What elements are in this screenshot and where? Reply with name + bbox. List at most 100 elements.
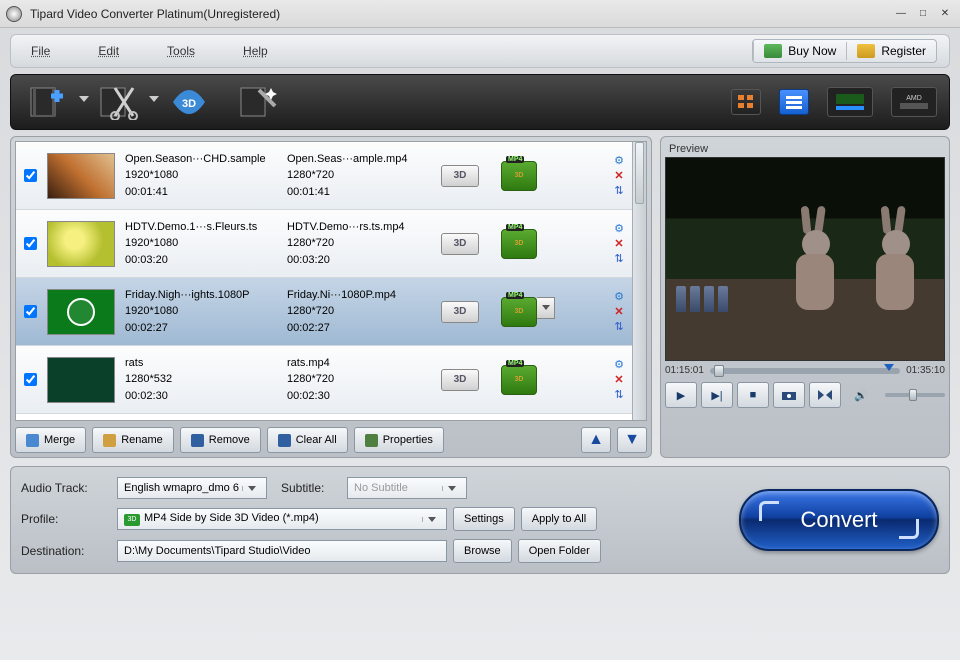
chevron-down-icon[interactable]: [422, 517, 440, 522]
row-checkbox[interactable]: [24, 169, 37, 182]
row-remove-icon[interactable]: ✕: [614, 169, 623, 182]
row-reorder-icon[interactable]: ⇅: [614, 320, 623, 333]
row-reorder-icon[interactable]: ⇅: [614, 252, 623, 265]
move-up-button[interactable]: ▲: [581, 427, 611, 453]
move-down-button[interactable]: ▼: [617, 427, 647, 453]
menu-tools[interactable]: Tools: [159, 40, 203, 62]
amd-button[interactable]: AMD: [891, 87, 937, 117]
destination-label: Destination:: [21, 544, 111, 558]
titlebar: Tipard Video Converter Platinum(Unregist…: [0, 0, 960, 28]
view-list-button[interactable]: [779, 89, 809, 115]
preview-video[interactable]: [665, 157, 945, 361]
convert-button[interactable]: Convert: [739, 489, 939, 551]
format-badge-icon[interactable]: 3D: [501, 365, 537, 395]
subtitle-label: Subtitle:: [281, 481, 341, 495]
properties-button[interactable]: Properties: [354, 427, 444, 453]
format-badge-icon[interactable]: 3D: [501, 229, 537, 259]
out-name: HDTV.Demo···rs.ts.mp4: [287, 219, 431, 236]
clear-all-button[interactable]: Clear All: [267, 427, 348, 453]
audio-track-value: English wmapro_dmo 6: [124, 482, 242, 494]
out-name: Open.Seas···ample.mp4: [287, 151, 431, 168]
row-checkbox[interactable]: [24, 237, 37, 250]
rename-button[interactable]: Rename: [92, 427, 174, 453]
close-button[interactable]: ✕: [936, 7, 954, 21]
preview-panel: Preview 01:15:01 01:35:10 ▶ ▶| ■ 🔊: [660, 136, 950, 458]
row-settings-icon[interactable]: ⚙: [614, 290, 624, 303]
play-button[interactable]: ▶: [665, 382, 697, 408]
row-checkbox[interactable]: [24, 305, 37, 318]
trim-tool-button[interactable]: [809, 382, 841, 408]
view-grid-button[interactable]: [731, 89, 761, 115]
chevron-down-icon[interactable]: [442, 486, 460, 491]
audio-track-select[interactable]: English wmapro_dmo 6: [117, 477, 267, 499]
effects-button[interactable]: [233, 82, 285, 122]
row-remove-icon[interactable]: ✕: [614, 305, 623, 318]
buy-now-button[interactable]: Buy Now: [753, 42, 846, 60]
table-row[interactable]: HDTV.Demo.1···s.Fleurs.ts1920*108000:03:…: [16, 210, 632, 278]
table-row[interactable]: rats1280*53200:02:30rats.mp41280*72000:0…: [16, 346, 632, 414]
remove-label: Remove: [209, 434, 250, 446]
profile-label: Profile:: [21, 512, 111, 526]
destination-value: D:\My Documents\Tipard Studio\Video: [124, 545, 310, 557]
destination-field[interactable]: D:\My Documents\Tipard Studio\Video: [117, 540, 447, 562]
nvidia-button[interactable]: [827, 87, 873, 117]
menu-edit[interactable]: Edit: [90, 40, 127, 62]
3d-toggle-button[interactable]: 3D: [441, 369, 479, 391]
rename-label: Rename: [121, 434, 163, 446]
open-folder-button[interactable]: Open Folder: [518, 539, 601, 563]
time-slider[interactable]: [710, 368, 900, 374]
row-remove-icon[interactable]: ✕: [614, 373, 623, 386]
row-reorder-icon[interactable]: ⇅: [614, 388, 623, 401]
subtitle-value: No Subtitle: [354, 482, 442, 494]
profile-select[interactable]: 3DMP4 Side by Side 3D Video (*.mp4): [117, 508, 447, 530]
3d-toggle-button[interactable]: 3D: [441, 165, 479, 187]
row-settings-icon[interactable]: ⚙: [614, 154, 624, 167]
chevron-down-icon[interactable]: [242, 486, 260, 491]
3d-toggle-button[interactable]: 3D: [441, 233, 479, 255]
out-dur: 00:02:30: [287, 388, 431, 405]
browse-button[interactable]: Browse: [453, 539, 512, 563]
list-scrollbar[interactable]: [632, 142, 646, 420]
row-remove-icon[interactable]: ✕: [614, 237, 623, 250]
out-res: 1280*720: [287, 235, 431, 252]
apply-to-all-button[interactable]: Apply to All: [521, 507, 597, 531]
stop-button[interactable]: ■: [737, 382, 769, 408]
volume-icon[interactable]: 🔊: [845, 382, 877, 408]
out-res: 1280*720: [287, 167, 431, 184]
snapshot-button[interactable]: [773, 382, 805, 408]
maximize-button[interactable]: □: [914, 7, 932, 21]
3d-button[interactable]: 3D: [163, 82, 215, 122]
svg-text:3D: 3D: [182, 98, 196, 110]
profile-value: MP4 Side by Side 3D Video (*.mp4): [144, 512, 319, 524]
row-settings-icon[interactable]: ⚙: [614, 358, 624, 371]
merge-label: Merge: [44, 434, 75, 446]
src-dur: 00:02:30: [125, 388, 273, 405]
file-list-panel: Open.Season···CHD.sample1920*108000:01:4…: [10, 136, 652, 458]
add-file-button[interactable]: [23, 82, 75, 122]
row-settings-icon[interactable]: ⚙: [614, 222, 624, 235]
buy-now-label: Buy Now: [788, 44, 836, 58]
row-reorder-icon[interactable]: ⇅: [614, 184, 623, 197]
volume-slider[interactable]: [885, 393, 945, 397]
subtitle-select[interactable]: No Subtitle: [347, 477, 467, 499]
table-row[interactable]: Friday.Nigh···ights.1080P1920*108000:02:…: [16, 278, 632, 346]
thumbnail: [47, 357, 115, 403]
register-button[interactable]: Register: [846, 42, 936, 60]
format-badge-icon[interactable]: 3D: [501, 297, 537, 327]
step-button[interactable]: ▶|: [701, 382, 733, 408]
format-dropdown-button[interactable]: [537, 297, 555, 319]
table-row[interactable]: Open.Season···CHD.sample1920*108000:01:4…: [16, 142, 632, 210]
time-marker-icon[interactable]: [884, 364, 894, 371]
settings-button[interactable]: Settings: [453, 507, 515, 531]
format-badge-icon[interactable]: 3D: [501, 161, 537, 191]
merge-button[interactable]: Merge: [15, 427, 86, 453]
menu-file[interactable]: File: [23, 40, 58, 62]
trim-button[interactable]: [93, 82, 145, 122]
out-res: 1280*720: [287, 371, 431, 388]
remove-button[interactable]: Remove: [180, 427, 261, 453]
3d-toggle-button[interactable]: 3D: [441, 301, 479, 323]
row-checkbox[interactable]: [24, 373, 37, 386]
minimize-button[interactable]: —: [892, 7, 910, 21]
menu-help[interactable]: Help: [235, 40, 276, 62]
cart-icon: [764, 44, 782, 58]
